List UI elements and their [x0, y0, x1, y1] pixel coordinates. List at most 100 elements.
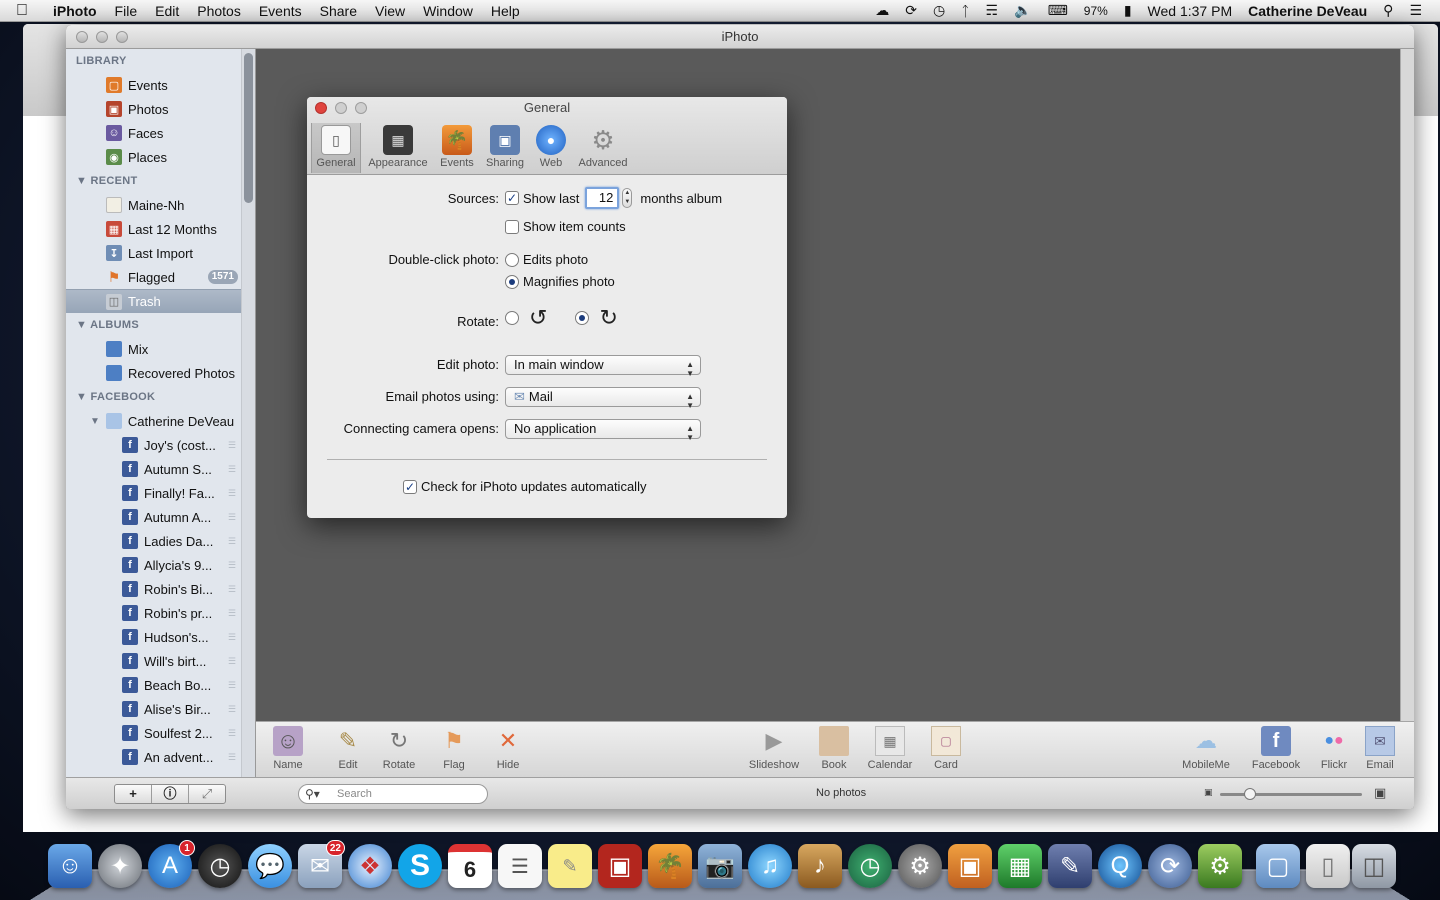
sidebar-item-last-import[interactable]: ↧ Last Import — [66, 241, 242, 265]
garageband-icon[interactable]: ♪ — [798, 844, 842, 888]
tab-web[interactable]: ● Web — [531, 123, 571, 173]
menu-help[interactable]: Help — [482, 3, 529, 19]
dropbox-icon[interactable]: ☁ — [867, 2, 897, 19]
rotate-clockwise-radio[interactable] — [575, 311, 590, 325]
menu-user[interactable]: Catherine DeVeau — [1240, 3, 1375, 19]
volume-icon[interactable]: 🔈 — [1006, 2, 1039, 19]
itunes-icon[interactable]: ♫ — [748, 844, 792, 888]
quicktime-icon[interactable]: Q — [1098, 844, 1142, 888]
apple-menu-icon[interactable]:  — [0, 2, 44, 20]
sidebar-item-facebook-album[interactable]: f Will's birt... ☰ — [66, 649, 242, 673]
calendar-button[interactable]: ▦ Calendar — [862, 726, 918, 771]
launchpad-icon[interactable]: ✦ — [98, 844, 142, 888]
sidebar-item-facebook-album[interactable]: f Hudson's... ☰ — [66, 625, 242, 649]
window-zoom-button[interactable] — [116, 31, 128, 43]
keyboard-icon[interactable]: ⌨ — [1040, 2, 1076, 19]
flickr-button[interactable]: ● ● Flickr — [1314, 726, 1354, 771]
section-albums-header[interactable]: ▼ ALBUMS — [76, 319, 139, 331]
network-utility-icon[interactable]: ⚙ — [1198, 844, 1242, 888]
book-button[interactable]: Book — [814, 726, 854, 771]
tab-sharing[interactable]: ▣ Sharing — [483, 123, 527, 173]
trash-icon[interactable]: ◫ — [1352, 844, 1396, 888]
rotate-counterclockwise-radio[interactable] — [505, 311, 519, 325]
card-button[interactable]: ▢ Card — [926, 726, 966, 771]
notes-icon[interactable]: ✎ — [548, 844, 592, 888]
skype-icon[interactable]: S — [398, 844, 442, 888]
info-name-button[interactable]: ☺ Name — [268, 726, 308, 771]
sidebar-item-facebook-album[interactable]: f Soulfest 2... ☰ — [66, 721, 242, 745]
tab-general[interactable]: ▯ General — [311, 123, 361, 173]
sidebar-item-trash[interactable]: ◫ Trash — [66, 289, 242, 313]
menu-photos[interactable]: Photos — [188, 3, 250, 19]
rotate-button[interactable]: ↻ Rotate — [376, 726, 422, 771]
months-field[interactable]: 12 — [585, 187, 620, 209]
sidebar-item-facebook-account[interactable]: ▼ Catherine DeVeau — [66, 409, 242, 433]
time-machine-icon[interactable]: ◷ — [848, 844, 892, 888]
messages-icon[interactable]: 💬 — [248, 844, 292, 888]
sidebar-item-maine-nh[interactable]: Maine-Nh — [66, 193, 242, 217]
show-item-counts-checkbox[interactable] — [505, 219, 519, 234]
image-capture-icon[interactable]: 📷 — [698, 844, 742, 888]
mail-icon[interactable]: ✉ 22 — [298, 840, 345, 888]
flag-button[interactable]: ⚑ Flag — [434, 726, 474, 771]
slider-track[interactable] — [1220, 793, 1362, 796]
sidebar-item-facebook-album[interactable]: f Robin's Bi... ☰ — [66, 577, 242, 601]
section-recent-header[interactable]: ▼ RECENT — [76, 175, 138, 187]
documents-folder-icon[interactable]: ▢ — [1256, 844, 1300, 888]
menu-share[interactable]: Share — [311, 3, 366, 19]
sidebar-item-photos[interactable]: ▣ Photos — [66, 97, 242, 121]
prefs-minimize-button[interactable] — [335, 102, 347, 114]
magnifies-photo-radio[interactable] — [505, 274, 519, 289]
downloads-stack-icon[interactable]: ▯ — [1306, 844, 1350, 888]
disclosure-triangle-icon[interactable]: ▼ — [90, 416, 100, 427]
sidebar-item-recovered-photos[interactable]: Recovered Photos — [66, 361, 242, 385]
menu-app[interactable]: iPhoto — [44, 3, 106, 19]
wifi-icon[interactable]: ☴ — [978, 2, 1007, 19]
iphoto-icon[interactable]: 🌴 — [648, 844, 692, 888]
thumbnail-size-slider[interactable]: ▣ ▣ — [1204, 785, 1394, 801]
sidebar-item-events[interactable]: ▢ Events — [66, 73, 242, 97]
window-minimize-button[interactable] — [96, 31, 108, 43]
tab-advanced[interactable]: ⚙ Advanced — [575, 123, 631, 173]
reminders-icon[interactable]: ☰ — [498, 844, 542, 888]
add-button[interactable]: + — [115, 785, 152, 803]
finder-icon[interactable]: ☺ — [48, 844, 92, 888]
menu-file[interactable]: File — [106, 3, 147, 19]
sidebar-item-places[interactable]: ◉ Places — [66, 145, 242, 169]
hide-button[interactable]: ✕ Hide — [488, 726, 528, 771]
menu-window[interactable]: Window — [414, 3, 482, 19]
sidebar-scrollbar[interactable] — [241, 49, 255, 777]
notification-list-icon[interactable]: ☰ — [1401, 2, 1430, 19]
sidebar-item-facebook-album[interactable]: f Finally! Fa... ☰ — [66, 481, 242, 505]
section-facebook-header[interactable]: ▼ FACEBOOK — [76, 391, 155, 403]
slider-knob[interactable] — [1244, 788, 1256, 800]
sidebar-item-mix[interactable]: Mix — [66, 337, 242, 361]
app-store-icon[interactable]: A1 — [148, 840, 195, 888]
calendar-icon[interactable]: 6 — [448, 844, 492, 888]
bluetooth-icon[interactable]: ᛏ — [953, 3, 977, 19]
spotlight-icon[interactable]: ⚲ — [1375, 2, 1401, 19]
sidebar-scroll-thumb[interactable] — [244, 53, 253, 203]
sidebar-item-flagged[interactable]: ⚑ Flagged 1571 — [66, 265, 242, 289]
safari-icon[interactable]: ❖ — [348, 844, 392, 888]
viewer-scrollbar[interactable] — [1400, 49, 1414, 721]
email-app-popup[interactable]: ✉ Mail ▲ ▼ — [505, 387, 701, 410]
system-preferences-icon[interactable]: ⚙ — [898, 844, 942, 888]
sidebar-item-facebook-album[interactable]: f Alise's Bir... ☰ — [66, 697, 242, 721]
months-stepper[interactable]: ▲ ▼ — [622, 188, 633, 208]
sidebar-item-last-12-months[interactable]: ▦ Last 12 Months — [66, 217, 242, 241]
prefs-close-button[interactable] — [315, 102, 327, 114]
menu-edit[interactable]: Edit — [146, 3, 188, 19]
edits-photo-radio[interactable] — [505, 252, 519, 267]
tab-events[interactable]: 🌴 Events — [435, 123, 479, 173]
fullscreen-icon[interactable]: ⤢ — [189, 785, 225, 803]
keynote-icon[interactable]: ▣ — [948, 844, 992, 888]
edit-button[interactable]: ✎ Edit — [328, 726, 368, 771]
sidebar-item-facebook-album[interactable]: f Autumn S... ☰ — [66, 457, 242, 481]
menu-events[interactable]: Events — [250, 3, 311, 19]
battery-icon[interactable]: ▮ — [1116, 2, 1140, 19]
menu-view[interactable]: View — [366, 3, 414, 19]
numbers-icon[interactable]: ▦ — [998, 844, 1042, 888]
tab-appearance[interactable]: ▦ Appearance — [365, 123, 431, 173]
photo-booth-icon[interactable]: ▣ — [598, 844, 642, 888]
